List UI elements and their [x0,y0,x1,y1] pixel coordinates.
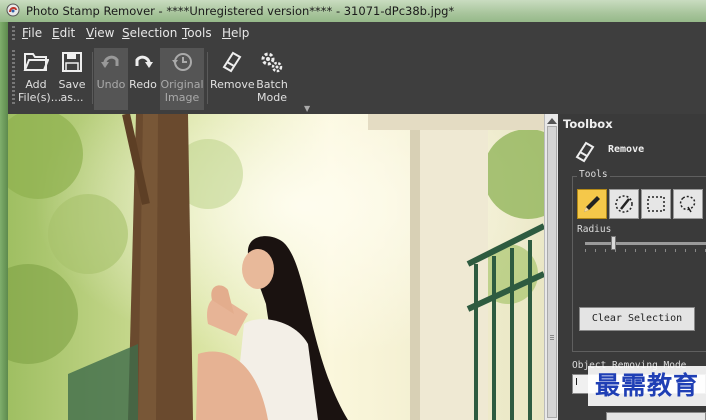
window-left-border [0,22,8,420]
magic-wand-tool-button[interactable] [609,189,639,219]
pencil-tool-button[interactable] [577,189,607,219]
add-files-label-2: File(s)... [18,91,62,104]
scrollbar-grip [550,335,554,341]
add-files-button[interactable]: Add File(s)... [18,48,62,110]
radius-label: Radius [577,224,612,235]
menu-bar: File Edit View Selection Tools Help [8,22,706,44]
toolbar-overflow-icon[interactable]: ▼ [304,104,310,113]
history-clock-icon [172,53,192,71]
floppy-disk-icon [62,52,82,72]
undo-button[interactable]: Undo [94,48,128,110]
toolbox-bottom-button[interactable] [606,412,706,420]
save-as-button[interactable]: Save as... [56,48,88,110]
window-title: Photo Stamp Remover - ****Unregistered v… [26,4,455,18]
watermark: 最需教育 [588,366,706,406]
original-image-button[interactable]: Original Image [160,48,204,110]
pencil-icon [584,196,600,212]
image-canvas[interactable] [8,114,544,420]
gears-icon [261,52,283,73]
folder-open-icon [23,53,49,71]
undo-icon [101,55,119,68]
tools-group: Tools Radius Clear Selection [572,169,706,352]
rectangle-selection-tool-button[interactable] [641,189,671,219]
vertical-scrollbar[interactable] [544,114,558,420]
batch-mode-label-1: Batch [256,78,288,91]
radius-slider-thumb[interactable] [611,236,616,250]
remove-button[interactable]: Remove [210,48,255,110]
original-image-label-2: Image [164,91,200,104]
save-as-label-2: as... [60,91,84,104]
title-bar: Photo Stamp Remover - ****Unregistered v… [0,0,706,22]
magic-wand-icon [615,195,633,213]
radius-slider-ticks [585,249,706,252]
tools-group-label: Tools [577,169,610,180]
scrollbar-thumb[interactable] [547,126,557,418]
batch-mode-label-2: Mode [257,91,287,104]
lasso-tool-button[interactable] [673,189,703,219]
redo-button[interactable]: Redo [128,48,158,110]
toolbar-separator [92,52,93,104]
app-icon [6,3,20,17]
menu-grip[interactable] [12,26,15,40]
batch-mode-button[interactable]: Batch Mode [254,48,290,110]
menu-view[interactable]: View [86,26,114,40]
rectangle-selection-icon [647,196,665,212]
redo-icon [135,55,153,68]
menu-selection[interactable]: Selection [122,26,177,40]
add-files-label-1: Add [25,78,47,91]
undo-label: Undo [96,78,126,91]
redo-label: Redo [129,78,157,91]
menu-tools[interactable]: Tools [182,26,212,40]
object-removing-mode-value: I [575,377,578,388]
toolbar: Add File(s)... Save as... Undo Redo Orig… [8,44,706,114]
toolbox-remove-label: Remove [608,144,645,155]
eraser-icon [575,141,595,163]
radius-slider-track[interactable] [585,242,706,245]
lasso-icon [679,195,696,213]
toolbox-title: Toolbox [563,117,613,131]
menu-help[interactable]: Help [222,26,249,40]
menu-edit[interactable]: Edit [52,26,75,40]
photo-image [8,114,544,420]
remove-label: Remove [210,78,255,91]
scroll-up-arrow-icon[interactable] [547,118,557,124]
original-image-label-1: Original [160,78,204,91]
eraser-icon [222,51,242,73]
clear-selection-button[interactable]: Clear Selection [579,307,695,331]
menu-file[interactable]: File [22,26,42,40]
toolbar-separator [207,52,208,104]
save-as-label-1: Save [58,78,86,91]
toolbar-grip[interactable] [12,50,15,106]
